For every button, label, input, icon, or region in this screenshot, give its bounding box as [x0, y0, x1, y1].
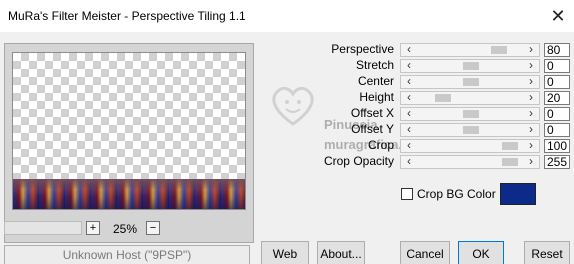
cancel-button[interactable]: Cancel: [400, 241, 450, 264]
chevron-right-icon[interactable]: ›: [524, 154, 538, 168]
slider-thumb[interactable]: [435, 94, 452, 102]
param-label: Offset Y: [351, 122, 394, 136]
param-value-field[interactable]: 0: [544, 75, 570, 89]
param-label: Height: [359, 90, 394, 104]
param-value-field[interactable]: 255: [544, 155, 570, 169]
param-label: Crop: [367, 138, 394, 152]
param-slider[interactable]: ‹ ›: [400, 74, 540, 89]
chevron-left-icon[interactable]: ‹: [402, 106, 416, 120]
param-slider[interactable]: ‹ ›: [400, 106, 540, 121]
param-label: Crop Opacity: [323, 154, 394, 168]
zoom-out-button[interactable]: −: [146, 221, 160, 235]
param-label: Offset X: [350, 106, 394, 120]
slider-thumb[interactable]: [463, 110, 479, 118]
reset-button[interactable]: Reset: [524, 241, 570, 264]
chevron-right-icon[interactable]: ›: [524, 74, 538, 88]
param-value-field[interactable]: 80: [544, 43, 570, 57]
chevron-left-icon[interactable]: ‹: [402, 90, 416, 104]
crop-bg-checkbox[interactable]: [401, 188, 413, 200]
web-button[interactable]: Web: [261, 241, 309, 264]
close-icon[interactable]: ✕: [546, 4, 570, 28]
crop-bg-label: Crop BG Color: [417, 187, 496, 201]
param-value-field[interactable]: 20: [544, 91, 570, 105]
tiled-floor-image: [13, 179, 245, 209]
param-label: Stretch: [355, 58, 394, 72]
chevron-left-icon[interactable]: ‹: [402, 42, 416, 56]
slider-thumb[interactable]: [463, 62, 479, 70]
slider-thumb[interactable]: [463, 78, 479, 86]
dialog-body: + 25% − Pinuccia muragrafica.eu Perspect…: [0, 32, 574, 264]
ok-button[interactable]: OK: [458, 241, 504, 264]
zoom-track: [4, 221, 82, 235]
title-bar: MuRa's Filter Meister - Perspective Tili…: [0, 0, 574, 32]
chevron-right-icon[interactable]: ›: [524, 138, 538, 152]
chevron-left-icon[interactable]: ‹: [402, 154, 416, 168]
param-label: Perspective: [331, 42, 394, 56]
chevron-right-icon[interactable]: ›: [524, 42, 538, 56]
preview-canvas[interactable]: [12, 52, 246, 210]
param-slider[interactable]: ‹ ›: [400, 42, 540, 57]
param-value-field[interactable]: 0: [544, 123, 570, 137]
about-button[interactable]: About...: [317, 241, 365, 264]
param-slider[interactable]: ‹ ›: [400, 138, 540, 153]
param-value-field[interactable]: 0: [544, 59, 570, 73]
window-title: MuRa's Filter Meister - Perspective Tili…: [8, 9, 246, 23]
param-slider[interactable]: ‹ ›: [400, 122, 540, 137]
param-slider[interactable]: ‹ ›: [400, 90, 540, 105]
param-value-field[interactable]: 0: [544, 107, 570, 121]
host-status: Unknown Host ("9PSP"): [4, 245, 250, 264]
chevron-right-icon[interactable]: ›: [524, 90, 538, 104]
crop-bg-color-swatch[interactable]: [500, 183, 536, 205]
param-label: Center: [357, 74, 394, 88]
slider-thumb[interactable]: [490, 46, 507, 54]
param-slider[interactable]: ‹ ›: [400, 154, 540, 169]
watermark-heart-icon: [272, 86, 314, 126]
chevron-right-icon[interactable]: ›: [524, 58, 538, 72]
zoom-level: 25%: [112, 222, 138, 236]
chevron-left-icon[interactable]: ‹: [402, 138, 416, 152]
slider-thumb[interactable]: [463, 126, 479, 134]
chevron-left-icon[interactable]: ‹: [402, 122, 416, 136]
chevron-right-icon[interactable]: ›: [524, 106, 538, 120]
slider-thumb[interactable]: [501, 142, 518, 150]
preview-panel: [4, 43, 254, 243]
slider-thumb[interactable]: [501, 158, 518, 166]
chevron-right-icon[interactable]: ›: [524, 122, 538, 136]
param-value-field[interactable]: 100: [544, 139, 570, 153]
chevron-left-icon[interactable]: ‹: [402, 74, 416, 88]
chevron-left-icon[interactable]: ‹: [402, 58, 416, 72]
zoom-in-button[interactable]: +: [86, 221, 100, 235]
param-slider[interactable]: ‹ ›: [400, 58, 540, 73]
